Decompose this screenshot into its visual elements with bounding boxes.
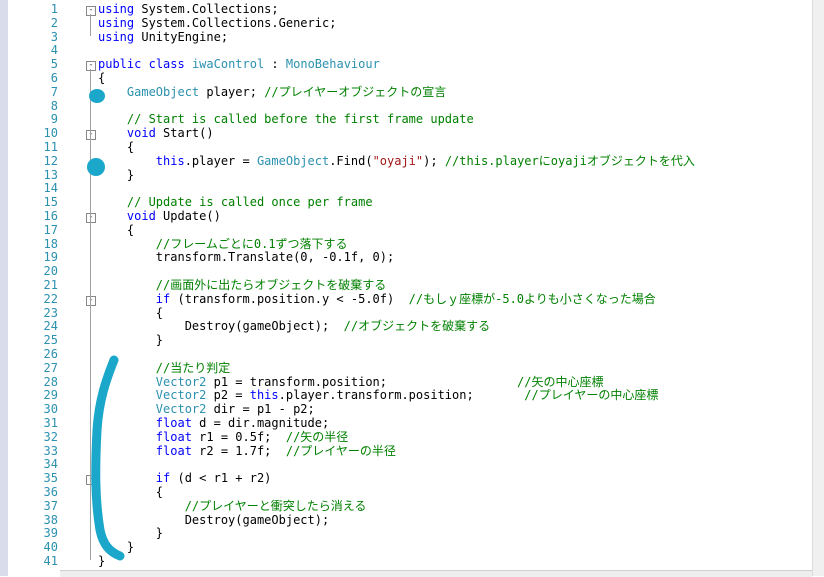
code-editor[interactable]: 1- using System.Collections; 2 using System… (0, 0, 824, 577)
annotation-overlay (87, 89, 125, 561)
annotation-bracket-stroke (91, 355, 125, 561)
annotation-dot-line12 (87, 158, 105, 176)
annotation-dot-line7 (89, 89, 105, 103)
